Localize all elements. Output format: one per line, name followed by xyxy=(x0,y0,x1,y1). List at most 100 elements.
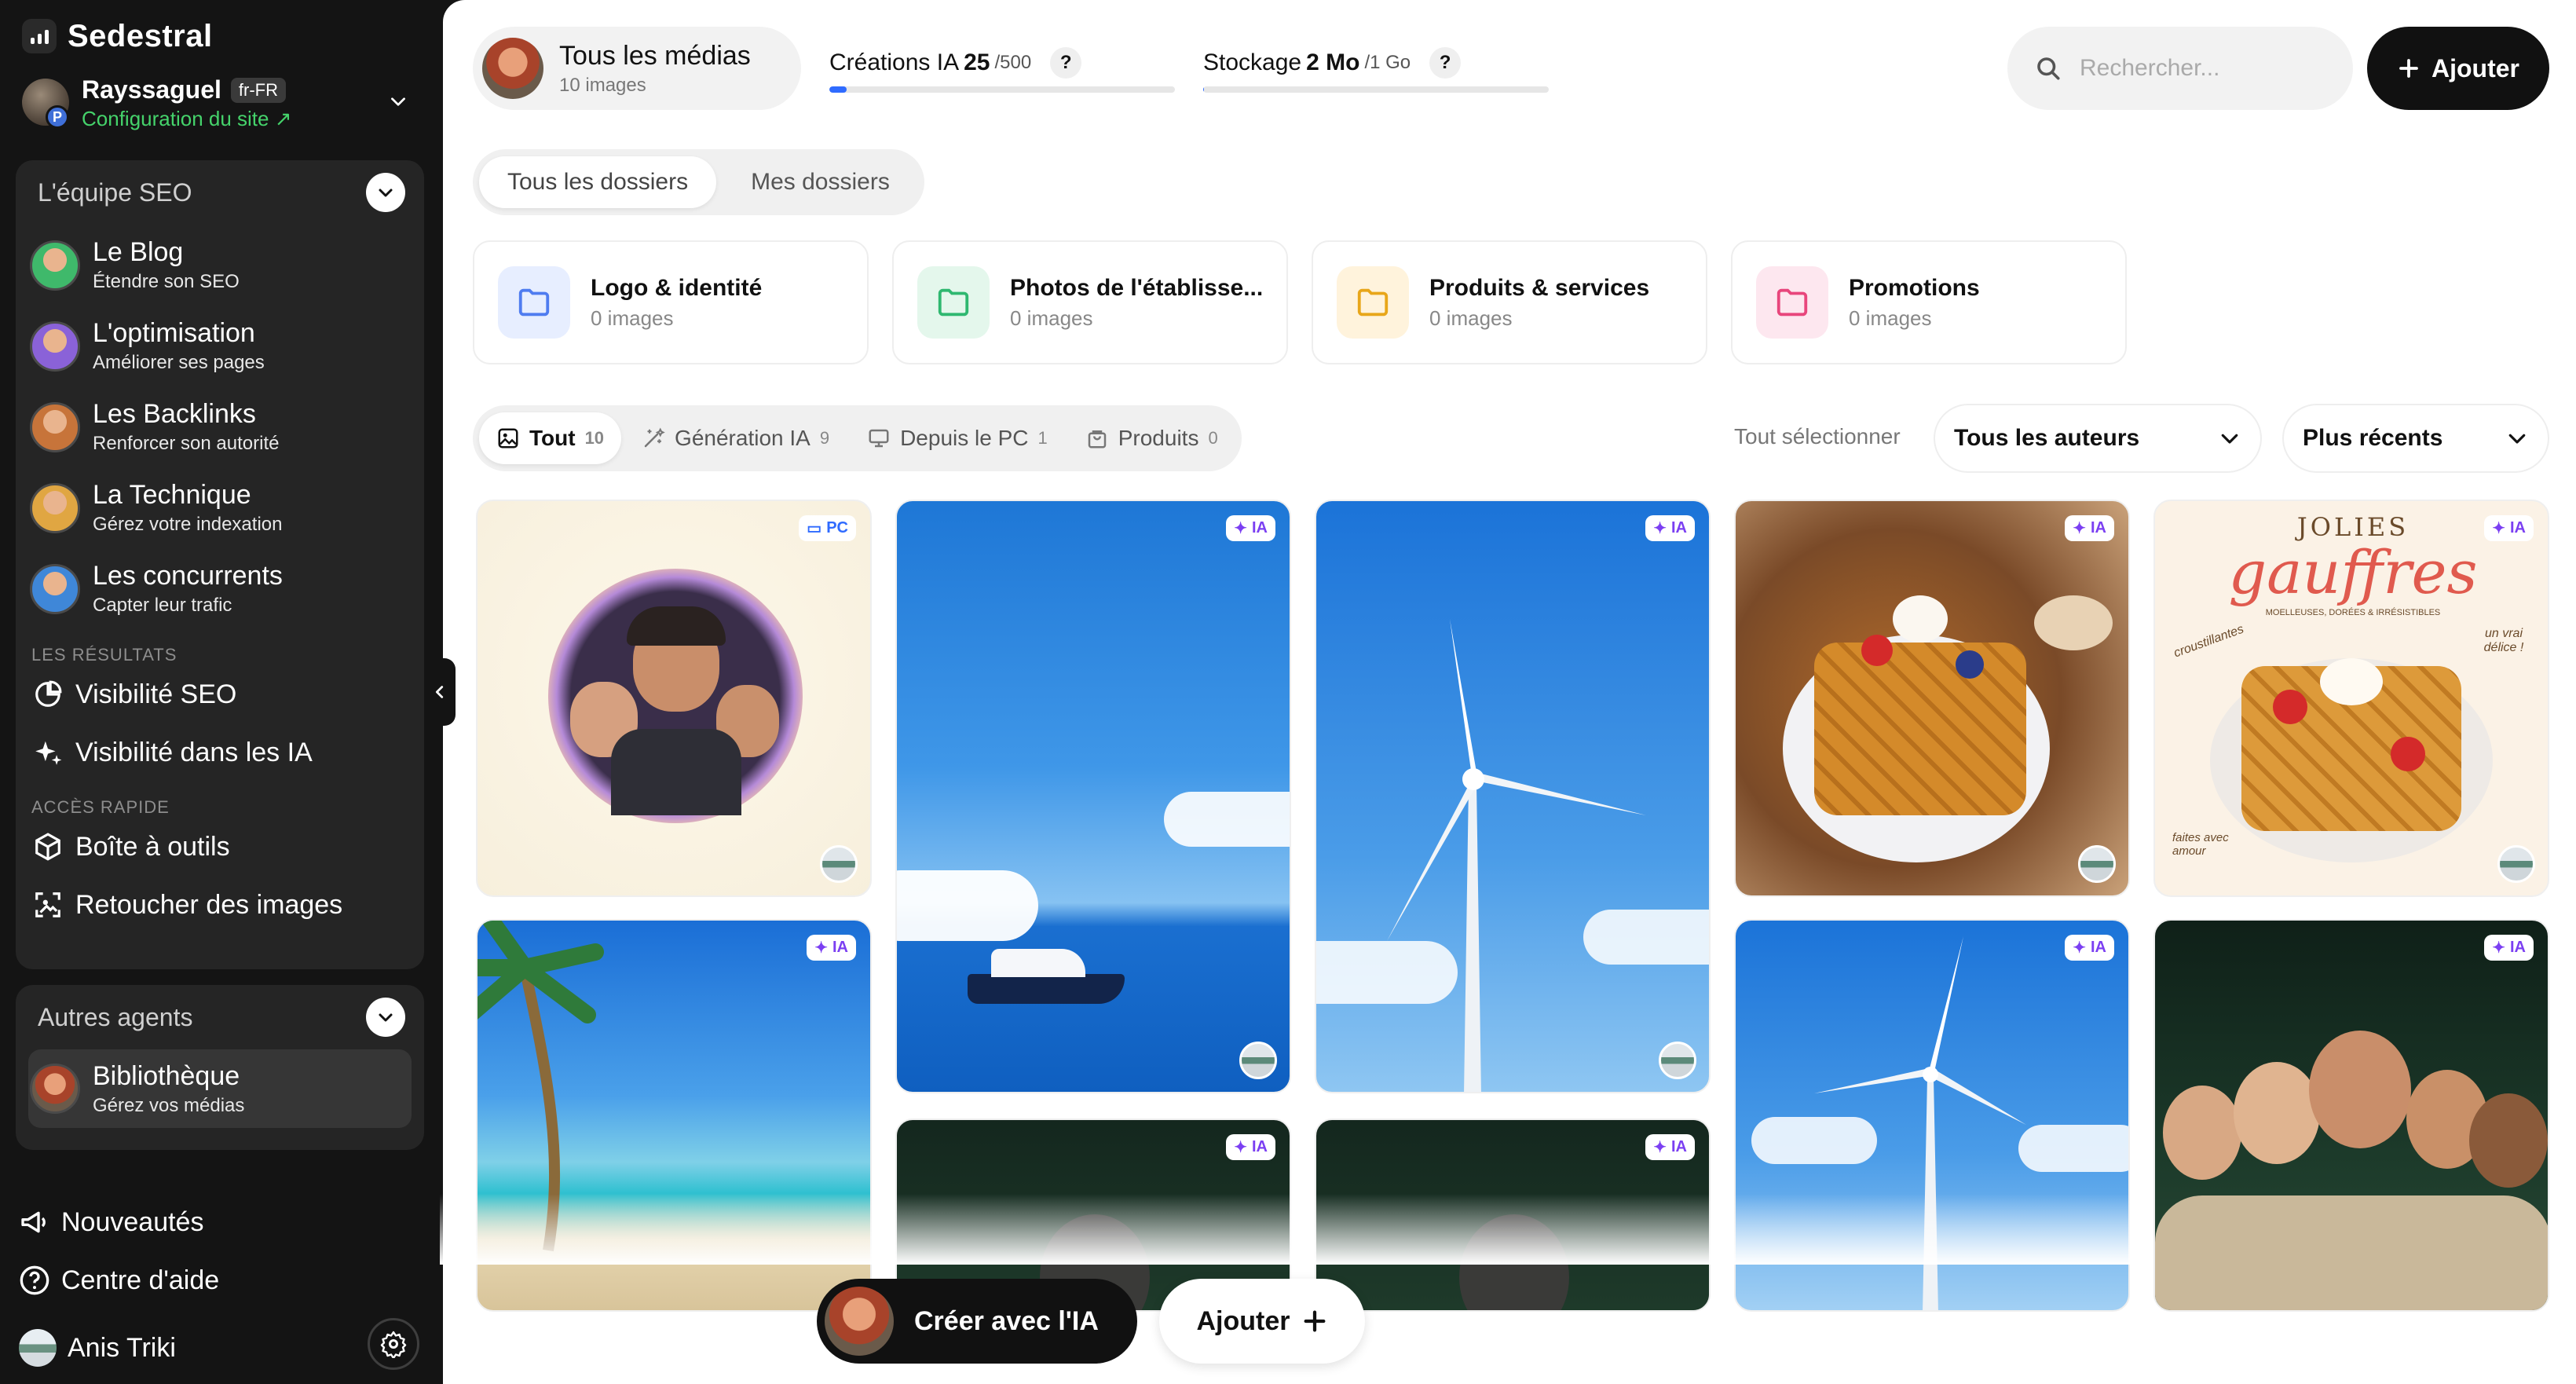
agent-item[interactable]: La Technique Gérez votre indexation xyxy=(16,467,424,548)
site-switcher[interactable]: P Rayssaguel fr-FR Configuration du site … xyxy=(22,75,415,135)
nav-news[interactable]: Nouveautés xyxy=(19,1206,203,1238)
megaphone-icon xyxy=(21,1211,46,1233)
filter-ai-generation[interactable]: Génération IA 9 xyxy=(624,412,847,464)
agent-item[interactable]: Le Blog Étendre son SEO xyxy=(16,225,424,306)
quick-access-label: ACCÈS RAPIDE xyxy=(31,797,170,817)
filter-label: Produits xyxy=(1118,426,1199,450)
tab-all-folders[interactable]: Tous les dossiers xyxy=(479,156,717,208)
search-input[interactable] xyxy=(2080,55,2315,82)
image-icon xyxy=(498,428,518,449)
author-avatar xyxy=(1659,1042,1696,1079)
search-icon xyxy=(2037,57,2060,80)
nav-ai-visibility[interactable]: Visibilité dans les IA xyxy=(16,723,424,782)
image-edit-icon xyxy=(35,892,60,917)
agent-subtitle: Renforcer son autorité xyxy=(93,433,280,454)
collapse-team-button[interactable] xyxy=(366,173,405,212)
badge-label: IA xyxy=(1671,519,1687,536)
folder-name: Photos de l'établisse... xyxy=(1010,274,1264,301)
filter-from-pc[interactable]: Depuis le PC 1 xyxy=(850,412,1065,464)
app-name: Sedestral xyxy=(68,18,213,53)
site-config-link[interactable]: Configuration du site ↗ xyxy=(82,107,292,131)
media-card[interactable]: ✦ IA xyxy=(2153,919,2549,1312)
folder-card[interactable]: Photos de l'établisse... 0 images xyxy=(892,240,1288,364)
chevron-down-icon xyxy=(2221,434,2238,444)
thumbnail-turbine xyxy=(1387,619,1646,1092)
agent-library[interactable]: Bibliothèque Gérez vos médias xyxy=(28,1049,412,1128)
ai-help-button[interactable]: ? xyxy=(1050,47,1082,79)
search-box[interactable] xyxy=(2007,27,2353,110)
media-title: Tous les médias xyxy=(559,40,751,71)
agent-subtitle: Gérez votre indexation xyxy=(93,514,283,535)
agent-subtitle: Améliorer ses pages xyxy=(93,352,265,373)
chevron-down-icon xyxy=(2508,434,2526,444)
thumbnail-coffee xyxy=(2034,595,2113,650)
agent-item[interactable]: Les concurrents Capter leur trafic xyxy=(16,548,424,629)
media-card[interactable]: ✦ IA xyxy=(1734,500,2130,897)
source-badge: ✦ IA xyxy=(2484,935,2534,961)
thumbnail-cloud xyxy=(897,870,1038,941)
nav-retouch-images[interactable]: Retoucher des images xyxy=(16,876,424,934)
agent-item[interactable]: Les Backlinks Renforcer son autorité xyxy=(16,386,424,467)
agent-title: Le Blog xyxy=(93,237,184,267)
nav-label: Visibilité SEO xyxy=(75,679,237,709)
filter-count: 10 xyxy=(584,428,605,448)
sort-dropdown[interactable]: Plus récents xyxy=(2282,404,2549,473)
collapse-sidebar-button[interactable] xyxy=(424,658,456,726)
media-card[interactable]: ▭ PC xyxy=(476,500,872,897)
folder-card[interactable]: Logo & identité 0 images xyxy=(473,240,869,364)
folder-card[interactable]: Produits & services 0 images xyxy=(1312,240,1707,364)
tab-my-folders[interactable]: Mes dossiers xyxy=(723,156,918,208)
shopping-bag-icon xyxy=(1088,430,1106,449)
settings-button[interactable] xyxy=(368,1318,419,1370)
agent-avatar xyxy=(30,320,80,372)
source-badge: ✦ IA xyxy=(807,935,856,961)
badge-label: PC xyxy=(826,519,848,536)
media-card[interactable]: ✦ IA xyxy=(895,500,1291,1093)
source-badge: ✦ IA xyxy=(1645,515,1695,541)
nav-toolbox[interactable]: Boîte à outils xyxy=(16,818,424,876)
storage-help-button[interactable]: ? xyxy=(1429,47,1462,79)
media-card[interactable]: ✦ IA xyxy=(1315,500,1711,1093)
collapse-other-button[interactable] xyxy=(366,998,405,1037)
thumbnail-cloud xyxy=(1164,792,1290,847)
agent-avatar xyxy=(30,401,80,452)
agent-item[interactable]: L'optimisation Améliorer ses pages xyxy=(16,306,424,386)
poster-line2: gauffres xyxy=(2228,537,2478,607)
authors-dropdown[interactable]: Tous les auteurs xyxy=(1934,404,2262,473)
ai-used: 25 xyxy=(964,49,990,75)
thumbnail-cream xyxy=(2320,658,2383,705)
filter-count: 1 xyxy=(1037,428,1048,448)
bottom-add-label: Ajouter xyxy=(1196,1305,1290,1336)
folder-card[interactable]: Promotions 0 images xyxy=(1731,240,2127,364)
nav-seo-visibility[interactable]: Visibilité SEO xyxy=(16,665,424,723)
storage-used: 2 Mo xyxy=(1306,49,1360,75)
create-with-ai-button[interactable]: Créer avec l'IA xyxy=(817,1279,1137,1364)
filter-products[interactable]: Produits 0 xyxy=(1068,412,1235,464)
badge-label: IA xyxy=(2510,939,2526,956)
nav-label: Retoucher des images xyxy=(75,889,343,920)
folder-count: 0 images xyxy=(1010,306,1093,330)
user-profile[interactable]: Anis Triki xyxy=(19,1329,176,1367)
filter-all[interactable]: Tout 10 xyxy=(479,412,622,464)
poster-tagline: MOELLEUSES, DORÉES & IRRÉSISTIBLES xyxy=(2265,608,2441,617)
agent-title: Les concurrents xyxy=(93,561,283,591)
bottom-add-button[interactable]: Ajouter xyxy=(1159,1279,1365,1364)
help-circle-icon xyxy=(20,1265,49,1295)
source-badge: ✦ IA xyxy=(2065,935,2114,961)
user-avatar xyxy=(19,1329,57,1367)
media-card[interactable]: JOLIES gauffres MOELLEUSES, DORÉES & IRR… xyxy=(2153,500,2549,897)
nav-help[interactable]: Centre d'aide xyxy=(19,1265,219,1296)
folder-count: 0 images xyxy=(1429,306,1513,330)
add-button[interactable]: Ajouter xyxy=(2367,27,2549,110)
external-link-icon: ↗ xyxy=(274,107,292,130)
brand[interactable]: Sedestral xyxy=(22,14,213,58)
chevron-left-icon xyxy=(435,686,444,698)
select-all-link[interactable]: Tout sélectionner xyxy=(1734,424,1901,449)
source-badge: ✦ IA xyxy=(1645,1134,1695,1160)
media-library-header[interactable]: Tous les médias 10 images xyxy=(473,27,801,110)
thumbnail-body xyxy=(611,729,741,815)
chevron-down-icon[interactable] xyxy=(388,91,408,112)
thumbnail-boat-cabin xyxy=(991,949,1085,977)
authors-dropdown-value: Tous les auteurs xyxy=(1954,425,2140,451)
library-avatar xyxy=(482,38,543,99)
